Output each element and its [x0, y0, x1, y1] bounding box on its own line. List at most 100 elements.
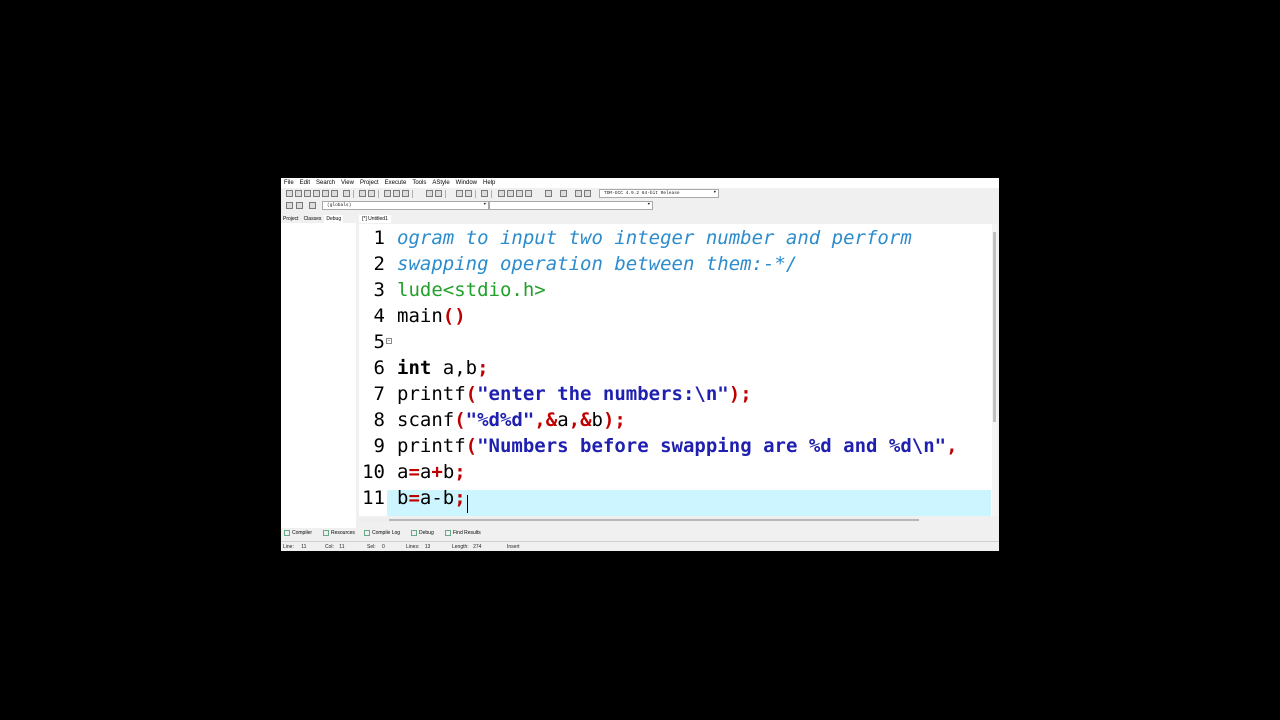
code-line[interactable]: swapping operation between them:-*/: [397, 251, 797, 277]
scroll-thumb[interactable]: [389, 519, 919, 521]
status-col-value: 11: [339, 544, 345, 550]
unindent-icon[interactable]: [465, 190, 472, 197]
compile-icon[interactable]: [498, 190, 505, 197]
code-token: ;: [477, 357, 489, 379]
menu-edit[interactable]: Edit: [297, 178, 313, 188]
code-line[interactable]: a=a+b;: [397, 459, 466, 485]
code-token: ,&: [568, 409, 592, 431]
toggle-goto-icon[interactable]: [296, 202, 303, 209]
debug-icon[interactable]: [584, 190, 591, 197]
tab-debug[interactable]: Debug: [324, 215, 344, 223]
line-number-gutter: 1 2 3 4 5 6 7 8 9 10 11: [359, 224, 387, 516]
line-number: 10: [362, 461, 385, 483]
menu-tools[interactable]: Tools: [409, 178, 429, 188]
replace-icon[interactable]: [393, 190, 400, 197]
code-line[interactable]: main(): [397, 303, 466, 329]
stop-execution-icon[interactable]: [560, 190, 567, 197]
tab-find-results[interactable]: Find Results: [445, 528, 481, 539]
code-token: a-b: [419, 487, 455, 509]
tab-debug-bottom-label: Debug: [419, 530, 434, 536]
menu-astyle[interactable]: AStyle: [429, 178, 452, 188]
fold-toggle-icon[interactable]: −: [386, 338, 392, 344]
code-line[interactable]: printf("Numbers before swapping are %d a…: [397, 433, 958, 459]
toggle-bookmark-icon[interactable]: [481, 190, 488, 197]
scope-select[interactable]: (globals) ▼: [322, 201, 489, 210]
line-number: 11: [362, 487, 385, 509]
code-token: "%d%d": [465, 409, 535, 431]
code-token: (): [442, 305, 466, 327]
project-options-icon[interactable]: [435, 190, 442, 197]
status-sel-label: Sel:: [367, 544, 376, 550]
scroll-thumb[interactable]: [993, 232, 996, 422]
scope-select-value: (globals): [327, 203, 352, 208]
code-token: b: [397, 487, 409, 509]
compile-run-icon[interactable]: [516, 190, 523, 197]
rebuild-icon[interactable]: [525, 190, 532, 197]
code-line[interactable]: printf("enter the numbers:\n");: [397, 381, 752, 407]
print-icon[interactable]: [343, 190, 350, 197]
status-col: Col: 11: [325, 542, 345, 551]
tab-resources[interactable]: Resources: [323, 528, 355, 539]
code-token: (: [465, 383, 478, 405]
status-bar: Line: 11 Col: 11 Sel: 0 Lines: 13 Length…: [281, 541, 999, 551]
left-panel-tabs: Project Classes Debug: [281, 215, 344, 223]
code-token: +: [431, 461, 443, 483]
code-line[interactable]: scanf("%d%d",&a,&b);: [397, 407, 626, 433]
redo-icon[interactable]: [368, 190, 375, 197]
find-icon[interactable]: [384, 190, 391, 197]
code-token: ;: [454, 487, 466, 509]
close-all-icon[interactable]: [331, 190, 338, 197]
code-token: int: [397, 357, 432, 379]
run-icon[interactable]: [507, 190, 514, 197]
goto-bookmark-icon[interactable]: [309, 202, 316, 209]
status-line-label: Line:: [283, 544, 294, 550]
code-line[interactable]: b=a-b;: [397, 485, 466, 511]
new-project-icon[interactable]: [426, 190, 433, 197]
status-mode: Insert: [507, 544, 520, 550]
code-token: =: [408, 461, 420, 483]
save-all-icon[interactable]: [313, 190, 320, 197]
menu-search[interactable]: Search: [313, 178, 338, 188]
profile-icon[interactable]: [575, 190, 582, 197]
code-token: swapping operation between them:-*/: [397, 253, 798, 275]
tab-classes[interactable]: Classes: [302, 215, 324, 223]
menu-file[interactable]: File: [281, 178, 297, 188]
status-length-label: Length:: [452, 544, 469, 550]
toolbar-separator: [491, 190, 492, 198]
menu-window[interactable]: Window: [453, 178, 480, 188]
vertical-scrollbar[interactable]: [992, 224, 997, 516]
close-file-icon[interactable]: [322, 190, 329, 197]
insert-icon[interactable]: [286, 202, 293, 209]
tab-compile-log[interactable]: Compile Log: [364, 528, 400, 539]
new-file-icon[interactable]: [286, 190, 293, 197]
line-number: 6: [373, 357, 385, 379]
menu-view[interactable]: View: [338, 178, 357, 188]
tab-project[interactable]: Project: [281, 215, 301, 223]
text-caret: [467, 495, 468, 513]
status-lines-value: 13: [424, 544, 431, 550]
compiler-select[interactable]: TDM-GCC 4.9.2 64-bit Release ▼: [599, 189, 719, 198]
save-icon[interactable]: [304, 190, 311, 197]
indent-icon[interactable]: [456, 190, 463, 197]
status-sel: Sel: 0: [367, 542, 385, 551]
code-line[interactable]: ogram to input two integer number and pe…: [397, 225, 912, 251]
check-syntax-icon[interactable]: [545, 190, 552, 197]
status-line-value: 11: [301, 544, 307, 550]
function-select[interactable]: ▼: [489, 201, 653, 210]
open-file-icon[interactable]: [295, 190, 302, 197]
code-line[interactable]: lude<stdio.h>: [397, 277, 546, 303]
editor-file-tab[interactable]: [*] Untitled1: [359, 215, 391, 223]
tab-compiler[interactable]: Compiler: [284, 528, 312, 539]
undo-icon[interactable]: [359, 190, 366, 197]
menu-project[interactable]: Project: [357, 178, 382, 188]
menu-bar: File Edit Search View Project Execute Tools ASt…: [281, 178, 999, 188]
code-line[interactable]: int a,b;: [397, 355, 489, 381]
code-token: b: [442, 461, 455, 483]
bottom-panel-tabs: Compiler Resources Compile Log Debug Fin…: [281, 528, 999, 539]
menu-help[interactable]: Help: [480, 178, 498, 188]
goto-icon[interactable]: [402, 190, 409, 197]
horizontal-scrollbar[interactable]: [359, 518, 919, 522]
code-editor[interactable]: 1 2 3 4 5 6 7 8 9 10 11 ogram to input two integer…: [359, 224, 997, 516]
tab-debug-bottom[interactable]: Debug: [411, 528, 434, 539]
menu-execute[interactable]: Execute: [382, 178, 410, 188]
